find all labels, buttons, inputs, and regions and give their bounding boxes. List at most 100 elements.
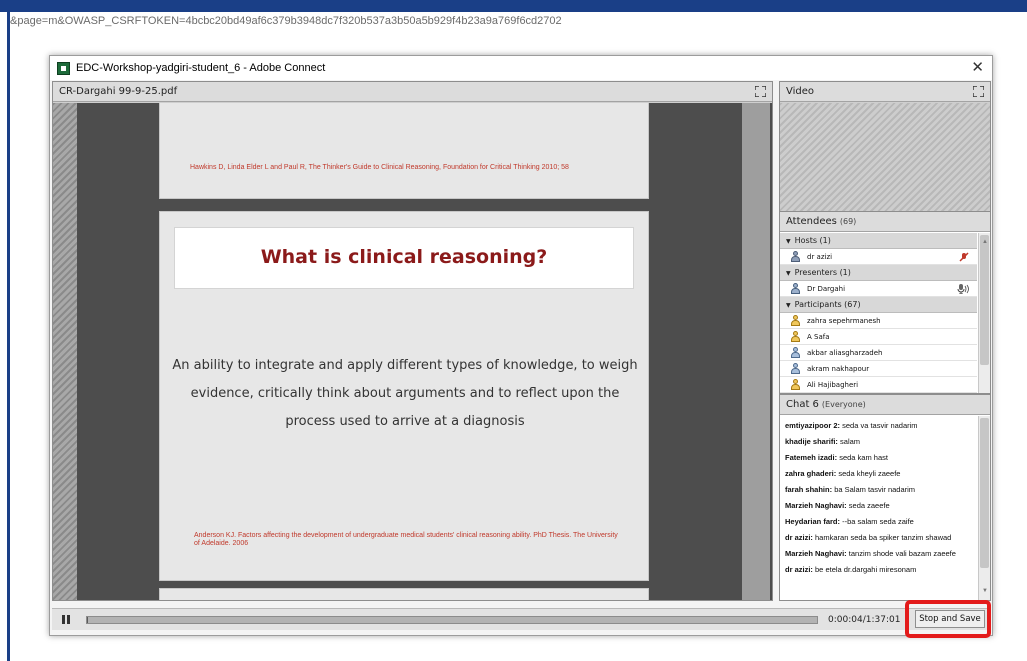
fullscreen-icon[interactable] bbox=[755, 86, 766, 97]
video-pod: Video bbox=[779, 81, 991, 212]
chat-message: farah shahin: ba Salam tasvir nadarim bbox=[785, 485, 972, 495]
playback-progress-fill bbox=[87, 617, 88, 623]
attendee-row[interactable]: Ali Hajibagheri bbox=[780, 377, 977, 393]
chat-sender: Heydarian fard: bbox=[785, 517, 841, 526]
playback-bar: 0:00:04/1:37:01 Stop and Save bbox=[52, 608, 990, 630]
slide-page-1: Hawkins D, Linda Elder L and Paul R, The… bbox=[159, 103, 649, 199]
guest-user-icon bbox=[790, 363, 801, 374]
triangle-down-icon: ▼ bbox=[786, 238, 791, 245]
share-pod-title: CR-Dargahi 99-9-25.pdf bbox=[59, 86, 178, 97]
speaking-microphone-icon bbox=[957, 284, 969, 294]
chat-sender: khadije sharifi: bbox=[785, 437, 838, 446]
fullscreen-icon[interactable] bbox=[973, 86, 984, 97]
slide-page-3 bbox=[159, 588, 649, 600]
scroll-up-icon[interactable]: ▲ bbox=[982, 239, 988, 245]
chat-pod-header: Chat 6 (Everyone) bbox=[780, 395, 990, 415]
video-area bbox=[780, 103, 990, 211]
playback-time: 0:00:04/1:37:01 bbox=[828, 615, 901, 625]
attendees-pod-header: Attendees (69) bbox=[780, 212, 990, 232]
annotation-highlight-box bbox=[905, 600, 991, 638]
chat-message: khadije sharifi: salam bbox=[785, 437, 972, 447]
attendee-row[interactable]: zahra sepehrmanesh bbox=[780, 313, 977, 329]
group-label: Hosts (1) bbox=[794, 236, 831, 245]
participant-user-icon bbox=[790, 331, 801, 342]
group-participants[interactable]: ▼ Participants (67) bbox=[780, 297, 977, 313]
attendees-list: ▼ Hosts (1) dr azizi ▼ Presenters (1) Dr D… bbox=[780, 233, 977, 393]
chat-sender: Marzieh Naghavi: bbox=[785, 501, 847, 510]
slide2-reference: Anderson KJ. Factors affecting the devel… bbox=[194, 532, 618, 547]
attendee-name: akram nakhapour bbox=[807, 364, 870, 373]
attendees-count: (69) bbox=[839, 217, 857, 226]
attendee-row[interactable]: A Safa bbox=[780, 329, 977, 345]
slide2-title-box: What is clinical reasoning? bbox=[174, 227, 634, 289]
chat-text: --ba salam seda zaife bbox=[842, 517, 914, 526]
slide2-heading: What is clinical reasoning? bbox=[260, 246, 548, 268]
attendee-name: A Safa bbox=[807, 332, 830, 341]
group-presenters[interactable]: ▼ Presenters (1) bbox=[780, 265, 977, 281]
scroll-thumb[interactable] bbox=[980, 235, 989, 365]
attendees-scrollbar[interactable]: ▲ bbox=[978, 233, 990, 393]
participant-user-icon bbox=[790, 379, 801, 390]
group-hosts[interactable]: ▼ Hosts (1) bbox=[780, 233, 977, 249]
host-user-icon bbox=[790, 251, 801, 262]
chat-message: Marzieh Naghavi: tanzim shode vali bazam… bbox=[785, 549, 972, 559]
attendees-pod: Attendees (69) ▼ Hosts (1) dr azizi ▼ Prese… bbox=[779, 211, 991, 394]
chat-message: Marzieh Naghavi: seda zaeefe bbox=[785, 501, 972, 511]
scroll-down-icon[interactable]: ▼ bbox=[982, 588, 988, 594]
chat-pod: Chat 6 (Everyone) emtiyazipoor 2: seda va… bbox=[779, 394, 991, 601]
chat-sender: Fatemeh izadi: bbox=[785, 453, 838, 462]
chat-sender: farah shahin: bbox=[785, 485, 833, 494]
close-icon[interactable]: ✕ bbox=[971, 59, 984, 77]
chat-message: dr azizi: be etela dr.dargahi miresonam bbox=[785, 565, 972, 575]
browser-left-edge bbox=[0, 12, 10, 661]
group-label: Presenters (1) bbox=[794, 268, 851, 277]
attendee-row[interactable]: dr azizi bbox=[780, 249, 977, 265]
chat-text: salam bbox=[840, 437, 861, 446]
chat-scope: (Everyone) bbox=[821, 400, 866, 409]
share-pod: CR-Dargahi 99-9-25.pdf Hawkins D, Linda … bbox=[52, 81, 773, 601]
chat-text: seda va tasvir nadarim bbox=[842, 421, 918, 430]
video-pod-title: Video bbox=[786, 86, 815, 97]
chat-message: dr azizi: hamkaran seda ba spiker tanzim… bbox=[785, 533, 972, 543]
document-viewer[interactable]: Hawkins D, Linda Elder L and Paul R, The… bbox=[53, 103, 772, 600]
chat-sender: emtiyazipoor 2: bbox=[785, 421, 841, 430]
attendee-name: akbar aliasgharzadeh bbox=[807, 348, 883, 357]
chat-text: seda kheyli zaeefe bbox=[838, 469, 901, 478]
chat-text: seda kam hast bbox=[839, 453, 888, 462]
document-scrollbar[interactable] bbox=[742, 103, 770, 600]
chat-text: be etela dr.dargahi miresonam bbox=[815, 565, 917, 574]
attendee-row[interactable]: akbar aliasgharzadeh bbox=[780, 345, 977, 361]
group-label: Participants (67) bbox=[794, 300, 861, 309]
slide1-reference: Hawkins D, Linda Elder L and Paul R, The… bbox=[190, 164, 569, 171]
chat-messages: emtiyazipoor 2: seda va tasvir nadarim k… bbox=[780, 416, 976, 600]
chat-text: ba Salam tasvir nadarim bbox=[834, 485, 916, 494]
attendees-title: Attendees bbox=[786, 216, 837, 227]
slide2-body: An ability to integrate and apply differ… bbox=[172, 358, 638, 429]
attendee-name: Dr Dargahi bbox=[807, 284, 846, 293]
chat-message: Heydarian fard: --ba salam seda zaife bbox=[785, 517, 972, 527]
attendee-row[interactable]: akram nakhapour bbox=[780, 361, 977, 377]
adobe-connect-app-icon bbox=[57, 61, 70, 75]
hatch-margin-left bbox=[53, 103, 77, 600]
scroll-thumb[interactable] bbox=[980, 418, 989, 568]
guest-user-icon bbox=[790, 347, 801, 358]
chat-message: emtiyazipoor 2: seda va tasvir nadarim bbox=[785, 421, 972, 431]
chat-title: Chat 6 bbox=[786, 399, 819, 410]
playback-progress-track[interactable] bbox=[86, 616, 818, 624]
attendee-row[interactable]: Dr Dargahi bbox=[780, 281, 977, 297]
presenter-user-icon bbox=[790, 283, 801, 294]
chat-sender: zahra ghaderi: bbox=[785, 469, 837, 478]
attendee-name: dr azizi bbox=[807, 252, 833, 261]
pause-icon[interactable] bbox=[58, 613, 74, 627]
share-pod-header: CR-Dargahi 99-9-25.pdf bbox=[53, 82, 772, 102]
chat-text: seda zaeefe bbox=[848, 501, 890, 510]
browser-top-bar bbox=[0, 0, 1027, 12]
video-pod-header: Video bbox=[780, 82, 990, 102]
mic-muted-icon bbox=[959, 252, 969, 262]
chat-text: hamkaran seda ba spiker tanzim shawad bbox=[815, 533, 952, 542]
chat-sender: Marzieh Naghavi: bbox=[785, 549, 847, 558]
chat-sender: dr azizi: bbox=[785, 565, 813, 574]
attendee-name: zahra sepehrmanesh bbox=[807, 316, 881, 325]
adobe-connect-window: EDC-Workshop-yadgiri-student_6 - Adobe C… bbox=[49, 55, 993, 636]
chat-scrollbar[interactable]: ▼ bbox=[978, 416, 990, 600]
